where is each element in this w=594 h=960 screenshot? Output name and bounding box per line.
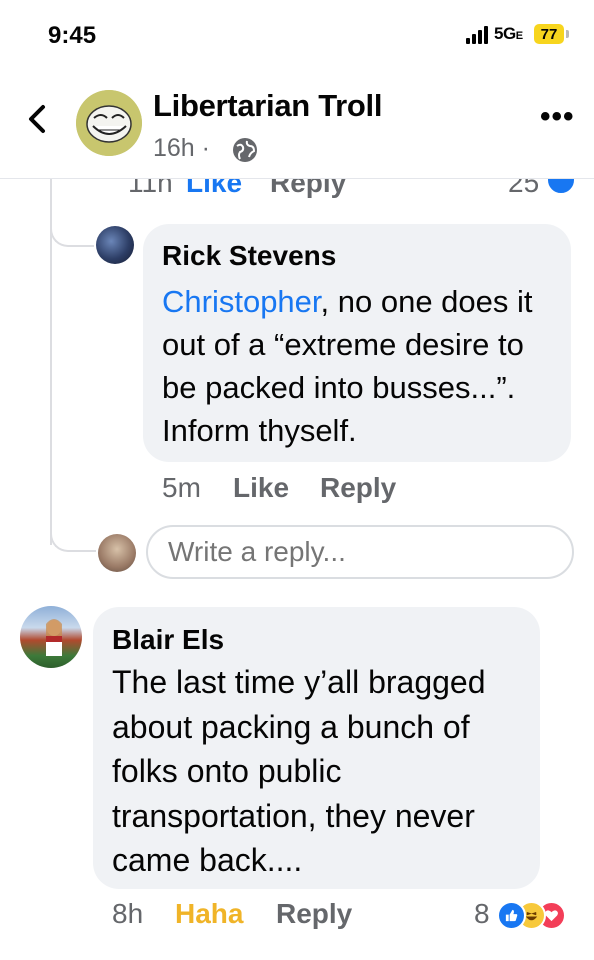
comment-time: 8h [112, 898, 144, 929]
previous-reaction-count[interactable]: 25 [508, 179, 539, 199]
battery-tip [566, 30, 569, 38]
avatar[interactable] [96, 226, 134, 264]
chevron-left-icon[interactable] [26, 104, 48, 138]
previous-like-button[interactable]: Like [186, 179, 242, 199]
battery-icon: 77 [534, 24, 564, 44]
reply-input[interactable] [146, 525, 574, 579]
haha-button[interactable]: Haha [175, 898, 243, 930]
network-indicator: 5GE [494, 24, 523, 43]
avatar[interactable] [20, 606, 82, 668]
mention-link[interactable]: Christopher [162, 284, 321, 319]
thread-connector [50, 510, 96, 552]
previous-reply-time: 11h [128, 179, 173, 198]
reaction-icons[interactable] [497, 901, 581, 930]
reply-button[interactable]: Reply [320, 472, 396, 504]
like-icon [546, 179, 576, 195]
thread-connector [50, 205, 94, 247]
reply-time: 5m [162, 472, 201, 503]
globe-icon [232, 137, 258, 163]
post-age: 16h · [153, 134, 210, 162]
reaction-count[interactable]: 8 [474, 898, 490, 930]
status-time: 9:45 [48, 22, 97, 49]
more-options-button[interactable]: ••• [540, 100, 575, 134]
reply-button[interactable]: Reply [276, 898, 352, 930]
page-title[interactable]: Libertarian Troll [153, 88, 382, 124]
comment-text: The last time y’all bragged about packin… [112, 664, 486, 878]
avatar [98, 534, 136, 572]
page-avatar[interactable] [76, 90, 142, 156]
like-button[interactable]: Like [233, 472, 289, 504]
like-icon [497, 901, 526, 930]
comment-author[interactable]: Blair Els [112, 624, 224, 656]
previous-reply-actions: 11h Like Reply 25 [0, 179, 594, 201]
previous-reply-button[interactable]: Reply [270, 179, 346, 199]
signal-icon [466, 26, 488, 44]
reply-text: Christopher, no one does it out of a “ex… [162, 284, 533, 448]
reply-author[interactable]: Rick Stevens [162, 240, 336, 272]
